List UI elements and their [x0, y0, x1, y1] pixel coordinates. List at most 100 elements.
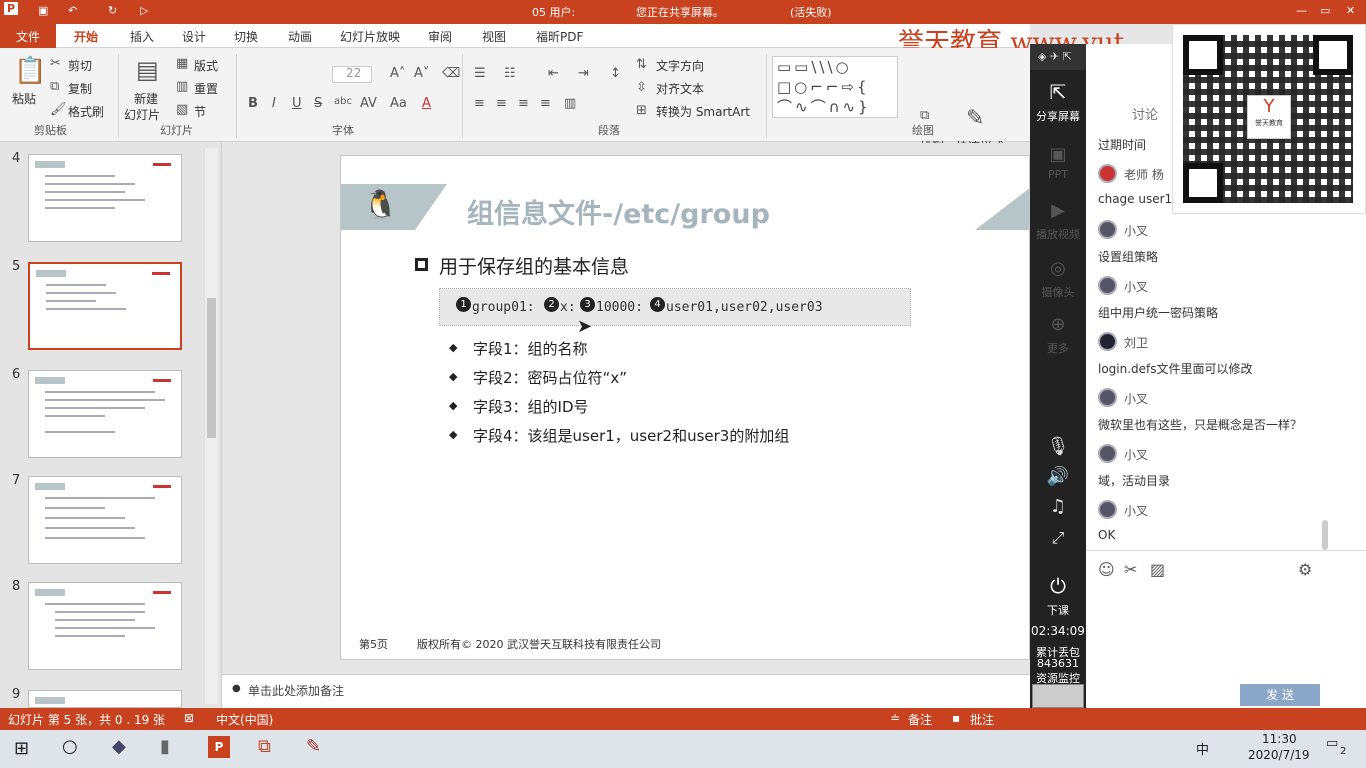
tab-foxit-pdf[interactable]: 福昕PDF [536, 28, 583, 45]
file-icon[interactable]: ▮ [160, 736, 170, 757]
increase-indent-icon[interactable]: ⇥ [578, 66, 589, 81]
notes-button[interactable]: 备注 [908, 711, 932, 728]
paste-icon[interactable]: 📋 [14, 56, 46, 86]
slide-thumbnail-9[interactable] [28, 690, 182, 708]
panel-scrollbar[interactable] [204, 148, 218, 704]
format-painter-button[interactable]: 格式刷 [68, 103, 104, 120]
tab-transitions[interactable]: 切换 [234, 28, 258, 45]
section-button[interactable]: 节 [194, 103, 206, 120]
maximize-icon[interactable]: ▭ [1320, 4, 1330, 17]
columns-icon[interactable]: ▥ [564, 96, 576, 111]
close-icon[interactable]: ✕ [1346, 4, 1355, 17]
new-slide-button-2[interactable]: 幻灯片 [124, 106, 160, 123]
tab-animations[interactable]: 动画 [288, 28, 312, 45]
copy-button[interactable]: 复制 [68, 80, 92, 97]
justify-icon[interactable]: ≡ [540, 96, 551, 111]
slide-thumbnail-5[interactable] [28, 262, 182, 350]
reset-button[interactable]: 重置 [194, 80, 218, 97]
music-icon[interactable]: ♫ [1030, 496, 1086, 517]
settings-icon[interactable]: ⚙ [1298, 560, 1312, 579]
language[interactable]: 中文(中国) [216, 711, 273, 728]
camera-button[interactable]: 摄像头 [1030, 284, 1086, 300]
slide-thumbnail-7[interactable] [28, 476, 182, 564]
bullets-icon[interactable]: ☰ [474, 66, 486, 81]
tab-file[interactable]: 文件 [16, 28, 40, 45]
bold-button[interactable]: B [248, 96, 258, 111]
clock-time[interactable]: 11:30 [1262, 732, 1297, 746]
tab-design[interactable]: 设计 [182, 28, 206, 45]
align-center-icon[interactable]: ≡ [496, 96, 507, 111]
redo-icon[interactable]: ↻ [108, 4, 117, 17]
thumb-title-bar [35, 483, 65, 490]
qr-code: Y 誉天教育 [1172, 24, 1366, 214]
image-icon[interactable]: ▨ [1150, 560, 1165, 579]
comments-button[interactable]: 批注 [970, 711, 994, 728]
align-right-icon[interactable]: ≡ [518, 96, 529, 111]
tab-home[interactable]: 开始 [74, 28, 98, 45]
shadow-button[interactable]: abc [334, 96, 352, 107]
shapes-gallery[interactable]: ▭▭\\\○ □○⌐⌐⇨{⌒∿⌒∩∿} [772, 56, 898, 118]
cut-button[interactable]: 剪切 [68, 57, 92, 74]
strike-button[interactable]: S [314, 96, 322, 111]
chat-scrollbar[interactable] [1322, 520, 1328, 550]
new-slide-icon[interactable]: ▤ [136, 56, 159, 84]
grow-font-icon[interactable]: A˄ [390, 66, 405, 81]
ime-indicator[interactable]: 中 [1196, 739, 1209, 758]
scissors-icon[interactable]: ✂ [1124, 560, 1137, 579]
emoji-icon[interactable]: ☺ [1098, 560, 1115, 579]
text-direction-button[interactable]: 文字方向 [656, 57, 704, 74]
case-button[interactable]: Aa [390, 96, 407, 111]
end-class-button[interactable]: 下课 [1030, 602, 1086, 618]
tab-slideshow[interactable]: 幻灯片放映 [340, 28, 400, 45]
send-button[interactable]: 发 送 [1240, 684, 1320, 706]
tab-view[interactable]: 视图 [482, 28, 506, 45]
microphone-icon[interactable]: 🎙 [1030, 436, 1086, 457]
spell-check-icon[interactable]: ⊠ [184, 711, 194, 725]
notes-placeholder[interactable]: 单击此处添加备注 [248, 682, 344, 699]
layout-button[interactable]: 版式 [194, 57, 218, 74]
smartart-button[interactable]: 转换为 SmartArt [656, 103, 750, 120]
tab-insert[interactable]: 插入 [130, 28, 154, 45]
share-app-icon[interactable]: ⧉ [258, 736, 271, 757]
share-screen-button[interactable]: 分享屏幕 [1030, 108, 1086, 124]
spacing-button[interactable]: AV [360, 96, 377, 111]
notes-pane[interactable]: ● 单击此处添加备注 [222, 674, 1030, 708]
slide-thumbnail-6[interactable] [28, 370, 182, 458]
italic-button[interactable]: I [272, 96, 276, 111]
numbering-icon[interactable]: ☷ [504, 66, 516, 81]
slide-thumbnail-8[interactable] [28, 582, 182, 670]
search-icon[interactable]: ○ [62, 736, 78, 757]
clock-date[interactable]: 2020/7/19 [1248, 748, 1310, 762]
windows-start-icon[interactable]: ⊞ [14, 738, 29, 759]
align-left-icon[interactable]: ≡ [474, 96, 485, 111]
tab-review[interactable]: 审阅 [428, 28, 452, 45]
start-slideshow-icon[interactable]: ▷ [140, 4, 148, 17]
play-video-button[interactable]: 播放视频 [1030, 226, 1086, 242]
speaker-icon[interactable]: 🔊 [1030, 466, 1086, 487]
notification-icon[interactable]: ▭ [1326, 736, 1338, 751]
undo-icon[interactable]: ↶ [68, 4, 77, 17]
save-icon[interactable]: ▣ [38, 4, 48, 17]
scrollbar-thumb[interactable] [207, 298, 216, 438]
minimize-icon[interactable]: — [1296, 4, 1307, 17]
font-color-button[interactable]: A [422, 96, 431, 111]
ppt-button[interactable]: PPT [1030, 168, 1086, 181]
paste-button[interactable]: 粘贴 [12, 90, 36, 107]
decrease-indent-icon[interactable]: ⇤ [548, 66, 559, 81]
new-slide-button[interactable]: 新建 [134, 90, 158, 107]
app-icon[interactable]: ◆ [112, 736, 126, 757]
line-spacing-icon[interactable]: ↕ [610, 66, 621, 81]
expand-icon[interactable]: ⤢ [1030, 528, 1086, 548]
slide-canvas[interactable]: 🐧 组信息文件-/etc/group 用于保存组的基本信息 1 group01:… [340, 155, 1030, 660]
slide-thumbnail-4[interactable] [28, 154, 182, 242]
clear-format-icon[interactable]: ⌫ [442, 66, 460, 81]
shrink-font-icon[interactable]: A˅ [414, 66, 429, 81]
toolbar-top-icons[interactable]: ◈ ✈ ⇱ [1038, 50, 1072, 63]
tab-discussion[interactable]: 讨论 [1132, 104, 1158, 123]
align-text-button[interactable]: 对齐文本 [656, 80, 704, 97]
ribbon: 📋 粘贴 ✂ 剪切 ⧉ 复制 🖌 格式刷 剪贴板 ▤ 新建 幻灯片 ▦ 版式 ▥… [0, 48, 1030, 154]
paint-icon[interactable]: ✎ [306, 736, 321, 757]
underline-button[interactable]: U [292, 96, 302, 111]
more-button[interactable]: 更多 [1030, 340, 1086, 356]
powerpoint-taskbar-icon[interactable]: P [208, 736, 230, 758]
